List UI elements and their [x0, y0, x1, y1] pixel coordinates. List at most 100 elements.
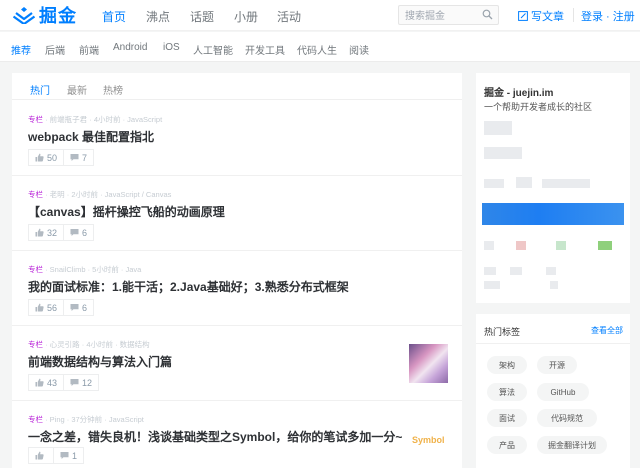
- category-ios[interactable]: iOS: [163, 42, 180, 53]
- entry-meta: 专栏 · 心灵引路 · 4小时前 · 数据结构: [28, 339, 150, 350]
- comment-button[interactable]: 6: [63, 300, 93, 315]
- write-article-button[interactable]: 写文章: [518, 8, 564, 24]
- comment-button[interactable]: 12: [63, 375, 98, 390]
- entry-tag[interactable]: 专栏: [28, 340, 43, 349]
- category-recommend[interactable]: 推荐: [11, 42, 31, 57]
- entry-meta: 专栏 · SnailClimb · 5小时前 · Java: [28, 264, 141, 275]
- entry-title[interactable]: 我的面试标准：1.能干活；2.Java基础好；3.熟悉分布式框架: [28, 278, 349, 295]
- like-button[interactable]: 56: [29, 300, 63, 315]
- comment-count: 12: [82, 377, 93, 388]
- category-devtools[interactable]: 开发工具: [245, 42, 285, 57]
- category-frontend[interactable]: 前端: [79, 42, 99, 57]
- feed-tabs: 热门 最新 热榜: [12, 73, 462, 100]
- list-item[interactable]: 专栏 · SnailClimb · 5小时前 · Java 我的面试标准：1.能…: [12, 251, 462, 326]
- blurred-block: [550, 281, 558, 289]
- site-title: 掘金 - juejin.im: [484, 88, 554, 99]
- entry-tag[interactable]: 专栏: [28, 265, 43, 274]
- blurred-block: [516, 241, 526, 250]
- category-backend[interactable]: 后端: [45, 42, 65, 57]
- top-header: 掘金 首页 沸点 话题 小册 活动 写文章 登录 · 注册: [0, 0, 640, 31]
- blurred-block: [556, 241, 566, 250]
- entry-meta-text: · Ping · 37分钟前 · JavaScript: [43, 415, 144, 424]
- list-item[interactable]: 专栏 · 前端瓶子君 · 4小时前 · JavaScript webpack 最…: [12, 101, 462, 176]
- promo-banner[interactable]: [482, 203, 624, 225]
- blurred-block: [484, 147, 522, 159]
- entry-thumbnail[interactable]: [409, 344, 448, 383]
- entry-title[interactable]: webpack 最佳配置指北: [28, 128, 154, 145]
- thumbs-up-icon: [35, 378, 44, 387]
- blurred-block: [484, 121, 512, 135]
- nav-books[interactable]: 小册: [234, 8, 258, 25]
- tag-chip[interactable]: 开源: [537, 356, 577, 374]
- comment-icon: [70, 154, 79, 161]
- site-info-card: 掘金 - juejin.im 一个帮助开发者成长的社区: [476, 73, 630, 303]
- search-icon[interactable]: [482, 9, 493, 20]
- list-item[interactable]: 专栏 · Ping · 37分钟前 · JavaScript 一念之差，错失良机…: [12, 401, 462, 468]
- entry-actions: 43 12: [28, 374, 100, 391]
- tag-chip[interactable]: 代码规范: [537, 409, 597, 427]
- entry-meta-text: · 心灵引路 · 4小时前 · 数据结构: [43, 340, 150, 349]
- search-box: [398, 5, 499, 26]
- entry-meta: 专栏 · Ping · 37分钟前 · JavaScript: [28, 414, 144, 425]
- like-button[interactable]: 32: [29, 225, 63, 240]
- tag-chip[interactable]: 架构: [487, 356, 527, 374]
- comment-button[interactable]: 6: [63, 225, 93, 240]
- comment-count: 7: [82, 152, 88, 163]
- entry-tag[interactable]: 专栏: [28, 190, 43, 199]
- entry-thumbnail-text[interactable]: Symbol: [412, 435, 445, 445]
- login-register-link[interactable]: 登录 · 注册: [581, 8, 635, 24]
- nav-home[interactable]: 首页: [102, 8, 126, 25]
- nav-events[interactable]: 活动: [277, 8, 301, 25]
- entry-title[interactable]: 前端数据结构与算法入门篇: [28, 353, 172, 370]
- article-feed: 热门 最新 热榜 专栏 · 前端瓶子君 · 4小时前 · JavaScript …: [12, 73, 462, 468]
- blurred-block: [484, 179, 504, 188]
- header-divider: [573, 8, 574, 22]
- juejin-logo-icon: [13, 7, 35, 24]
- entry-tag[interactable]: 专栏: [28, 415, 43, 424]
- category-code-life[interactable]: 代码人生: [297, 42, 337, 57]
- like-button[interactable]: 43: [29, 375, 63, 390]
- comment-button[interactable]: 1: [53, 448, 83, 463]
- list-item[interactable]: 专栏 · 老明 · 2小时前 · JavaScript / Canvas 【ca…: [12, 176, 462, 251]
- like-button[interactable]: [29, 448, 53, 463]
- like-button[interactable]: 50: [29, 150, 63, 165]
- tab-hot[interactable]: 热门: [30, 82, 50, 97]
- entry-tag[interactable]: 专栏: [28, 115, 43, 124]
- category-android[interactable]: Android: [113, 42, 147, 53]
- view-all-tags-link[interactable]: 查看全部: [591, 325, 623, 336]
- thumbs-up-icon: [35, 451, 44, 460]
- entry-actions: 1: [28, 447, 85, 464]
- entry-actions: 50 7: [28, 149, 95, 166]
- logo[interactable]: 掘金: [13, 4, 77, 26]
- tag-chip[interactable]: 面试: [487, 409, 527, 427]
- entry-meta-text: · SnailClimb · 5小时前 · Java: [43, 265, 142, 274]
- category-nav: 推荐 后端 前端 Android iOS 人工智能 开发工具 代码人生 阅读: [0, 32, 640, 62]
- search-input[interactable]: [399, 7, 479, 26]
- hot-tags-card: 热门标签 查看全部 架构 开源 算法 GitHub 面试 代码规范 产品 掘金翻…: [476, 314, 630, 468]
- category-ai[interactable]: 人工智能: [193, 42, 233, 57]
- blurred-block: [546, 267, 556, 275]
- comment-count: 6: [82, 302, 88, 313]
- tag-chip[interactable]: 算法: [487, 383, 527, 401]
- like-count: 56: [47, 302, 58, 313]
- list-item[interactable]: 专栏 · 心灵引路 · 4小时前 · 数据结构 前端数据结构与算法入门篇 43 …: [12, 326, 462, 401]
- tab-latest[interactable]: 最新: [67, 82, 87, 97]
- blurred-block: [598, 241, 612, 250]
- blurred-block: [484, 241, 494, 250]
- tab-ranking[interactable]: 热榜: [103, 82, 123, 97]
- tag-chip[interactable]: GitHub: [537, 383, 589, 401]
- entry-title[interactable]: 【canvas】摇杆操控飞船的动画原理: [28, 203, 225, 220]
- comment-count: 6: [82, 227, 88, 238]
- write-article-label: 写文章: [531, 11, 564, 23]
- divider: [476, 343, 630, 344]
- tag-chip[interactable]: 产品: [487, 436, 527, 454]
- comment-button[interactable]: 7: [63, 150, 93, 165]
- logo-text: 掘金: [39, 6, 77, 26]
- entry-actions: 56 6: [28, 299, 95, 316]
- entry-title[interactable]: 一念之差，错失良机！浅谈基础类型之Symbol，给你的笔试多加一分~: [28, 428, 402, 445]
- tag-chip[interactable]: 掘金翻译计划: [537, 436, 607, 454]
- nav-topics[interactable]: 话题: [190, 8, 214, 25]
- category-reading[interactable]: 阅读: [349, 42, 369, 57]
- nav-pins[interactable]: 沸点: [146, 8, 170, 25]
- hot-tags-title: 热门标签: [484, 327, 521, 337]
